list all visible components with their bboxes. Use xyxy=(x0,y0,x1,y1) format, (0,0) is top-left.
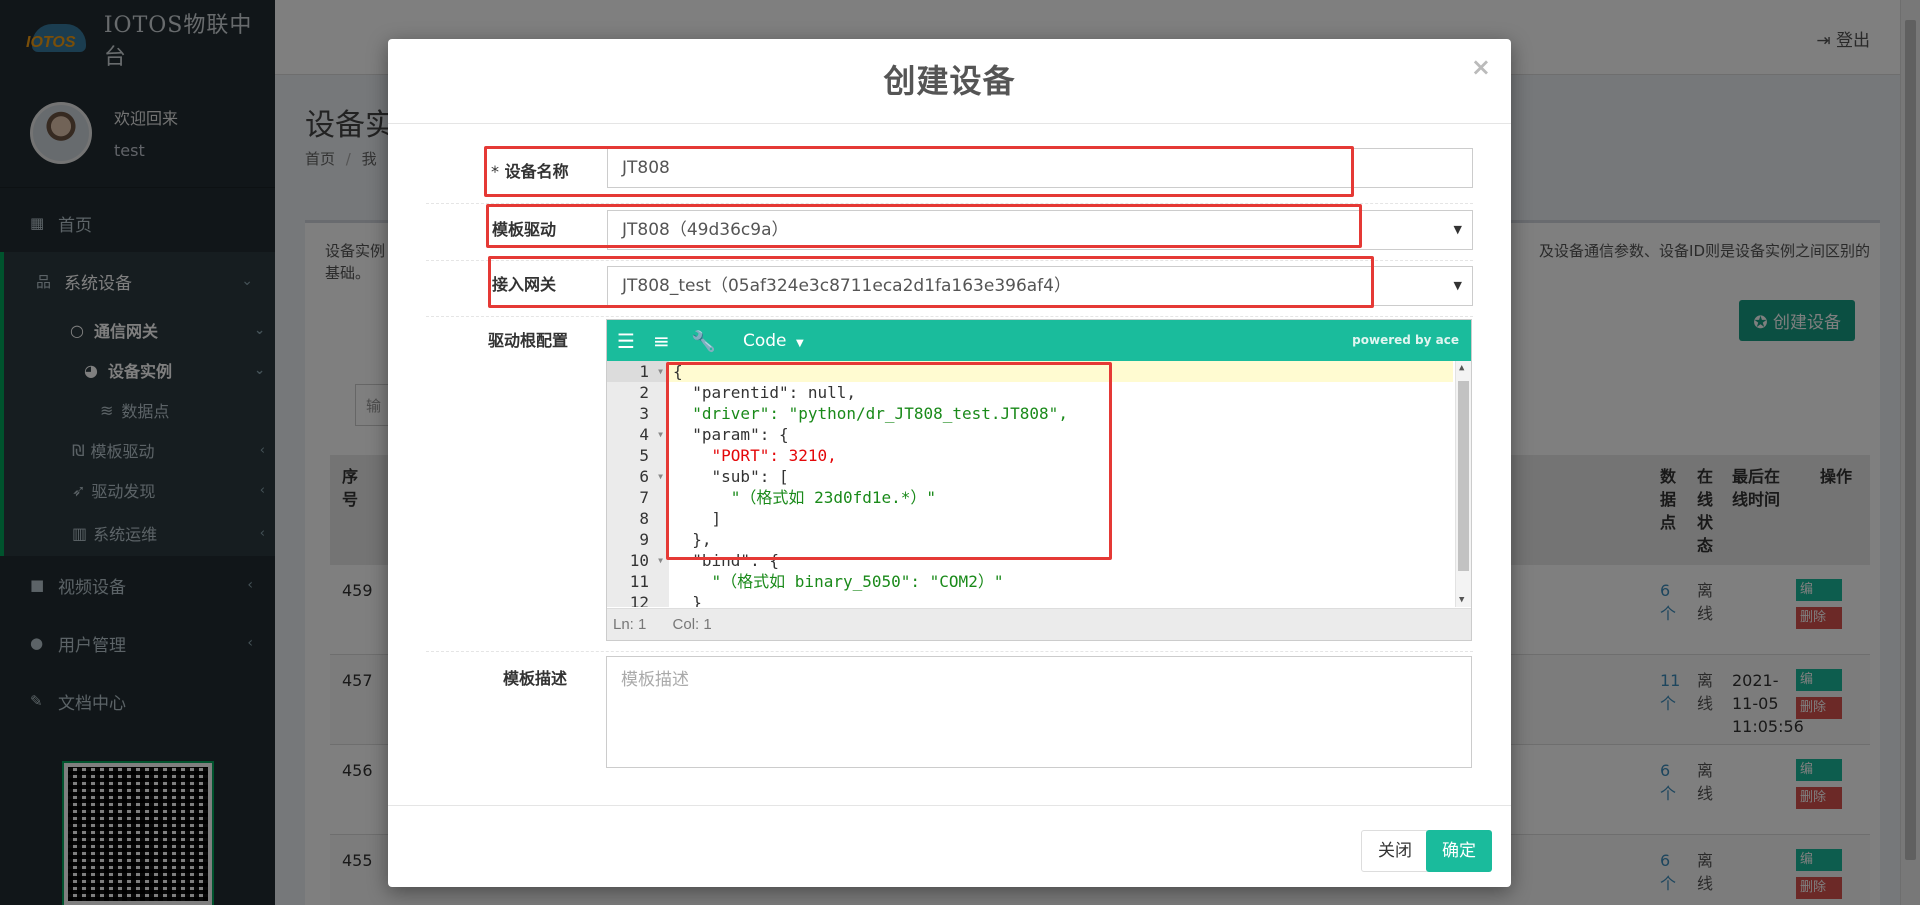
create-device-modal: 创建设备 × * 设备名称 JT808 模板驱动 JT808（49d36c9a）… xyxy=(388,39,1511,887)
code-line: "（格式如 binary_5050": "COM2）" xyxy=(673,572,1004,591)
editor-status-bar: Ln: 1 Col: 1 xyxy=(607,608,1471,640)
caret-down-icon: ▼ xyxy=(795,338,804,349)
highlight-box xyxy=(488,256,1374,308)
template-desc-label: 模板描述 xyxy=(503,669,568,688)
highlight-box xyxy=(486,204,1362,248)
mode-dropdown[interactable]: Code ▼ xyxy=(743,331,804,351)
modal-footer: 关闭 确定 xyxy=(388,805,1511,887)
powered-by-label: powered by ace xyxy=(1352,333,1459,347)
confirm-button[interactable]: 确定 xyxy=(1426,830,1492,872)
wrench-icon[interactable]: 🔧 xyxy=(691,329,716,353)
highlight-box xyxy=(666,362,1112,560)
close-icon[interactable]: × xyxy=(1471,53,1491,81)
modal-header: 创建设备 × xyxy=(388,39,1511,124)
close-button[interactable]: 关闭 xyxy=(1361,830,1429,872)
format-icon[interactable]: ☰ xyxy=(617,329,635,353)
compact-icon[interactable]: ≡ xyxy=(653,329,670,353)
divider xyxy=(426,651,1473,652)
highlight-box xyxy=(484,146,1354,197)
caret-down-icon: ▼ xyxy=(1453,279,1462,292)
caret-down-icon: ▼ xyxy=(1453,223,1462,236)
code-line: } xyxy=(673,593,702,607)
editor-gutter: 1 ▼ 2 3 4 ▼ 5 6 ▼ 7 8 9 10 ▼ 11 12 xyxy=(607,361,669,607)
driver-config-label: 驱动根配置 xyxy=(488,331,569,350)
template-desc-textarea[interactable]: 模板描述 xyxy=(606,656,1472,768)
editor-toolbar: ☰ ≡ 🔧 Code ▼ powered by ace xyxy=(607,320,1471,361)
editor-scrollbar[interactable]: ▲ ▼ xyxy=(1455,361,1471,607)
modal-title: 创建设备 xyxy=(883,62,1016,100)
